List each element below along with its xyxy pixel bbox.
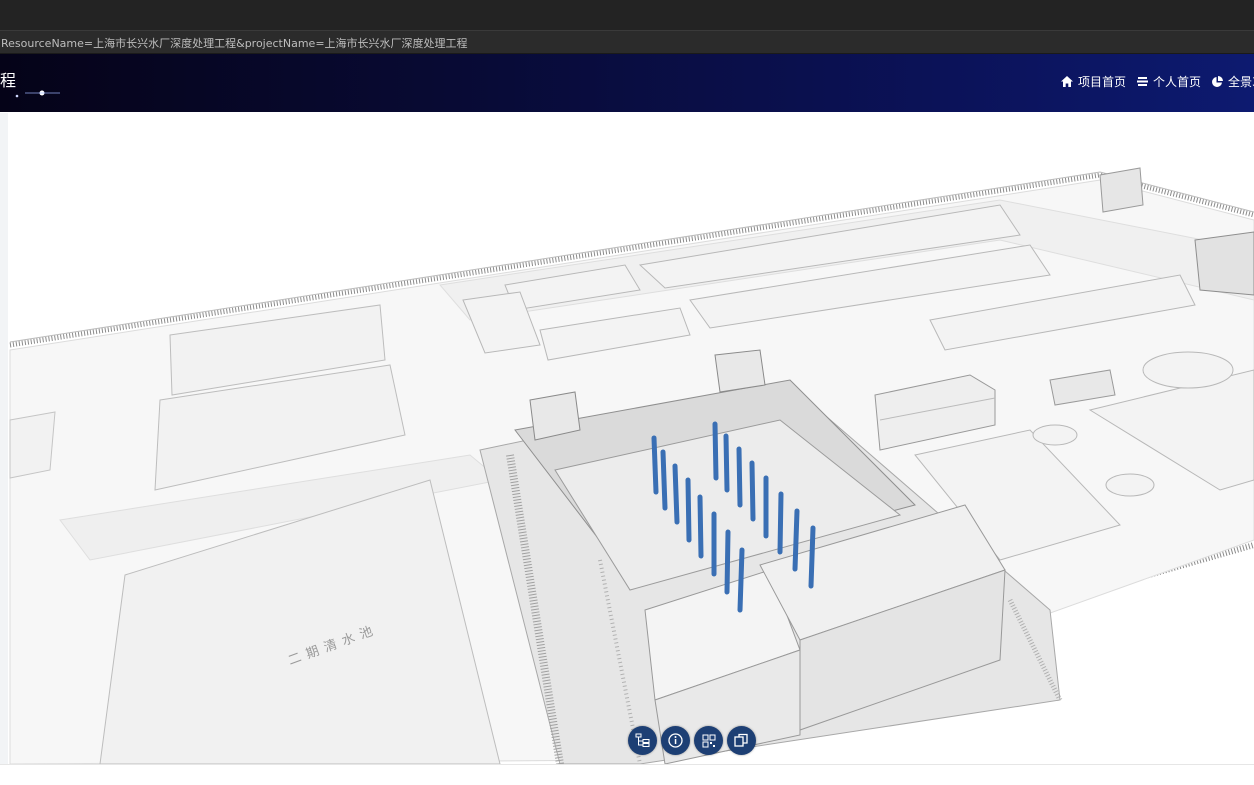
nav-personal-home-label: 个人首页 (1153, 75, 1202, 89)
nav-project-home[interactable]: 项目首页 (1061, 73, 1126, 90)
copy-view-button[interactable] (727, 726, 756, 755)
nav-panorama-3d-label: 全景3D (1228, 75, 1254, 89)
home-icon (1061, 76, 1073, 87)
qr-code-icon (702, 734, 715, 747)
bottom-status-bar (0, 764, 1254, 785)
info-icon (668, 733, 683, 748)
copy-view-icon (734, 733, 748, 747)
browser-top-bar (0, 0, 1254, 30)
qr-code-button[interactable] (694, 726, 723, 755)
bim-3d-viewport[interactable]: 二期清水池 (0, 113, 1254, 764)
pie-chart-icon (1212, 75, 1223, 87)
nav-personal-home[interactable]: 个人首页 (1137, 73, 1201, 90)
viewer-toolbar (628, 726, 756, 755)
model-tree-icon (635, 733, 650, 747)
user-stack-icon (1137, 77, 1148, 86)
app-header: 程 项目首页 个人首页 全景3D (0, 54, 1254, 112)
nav-project-home-label: 项目首页 (1078, 75, 1127, 89)
header-sparkle-decoration (15, 90, 60, 98)
plant-3d-model[interactable]: 二期清水池 (8, 113, 1254, 764)
url-text[interactable]: ResourceName=上海市长兴水厂深度处理工程&projectName=上… (1, 35, 468, 51)
address-bar[interactable]: ResourceName=上海市长兴水厂深度处理工程&projectName=上… (0, 30, 1254, 54)
nav-panorama-3d[interactable]: 全景3D (1211, 73, 1254, 90)
model-tree-button[interactable] (628, 726, 657, 755)
info-button[interactable] (661, 726, 690, 755)
